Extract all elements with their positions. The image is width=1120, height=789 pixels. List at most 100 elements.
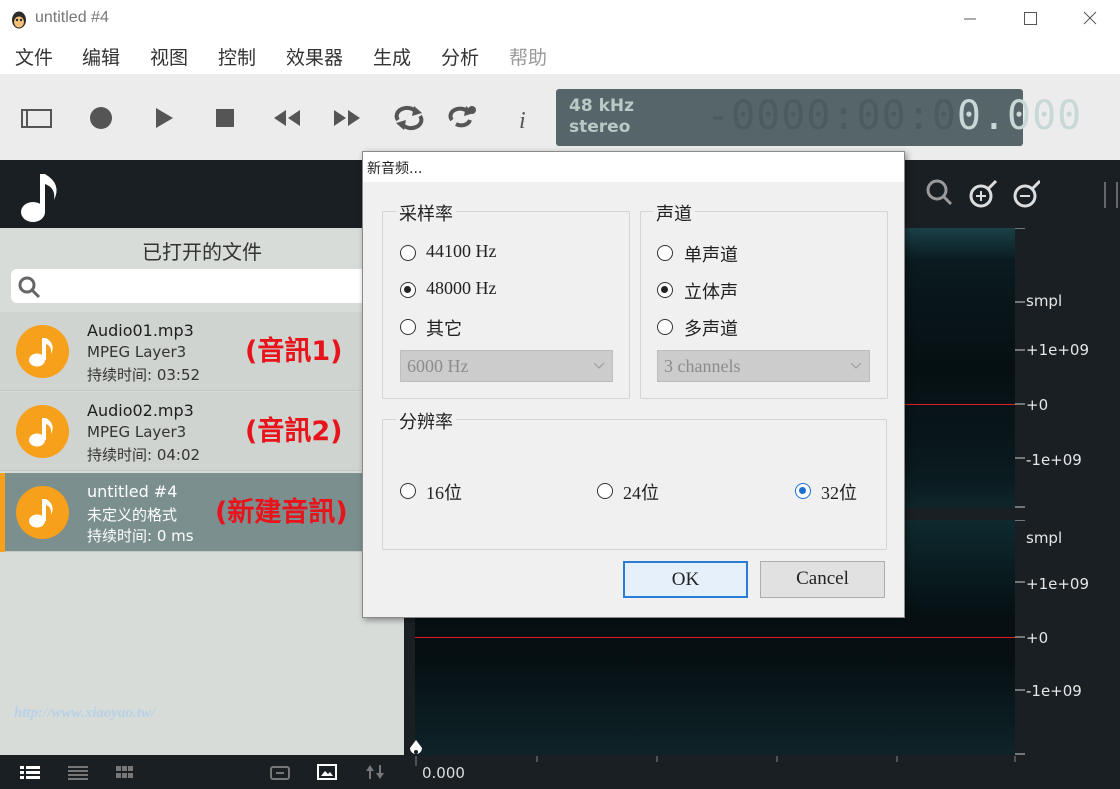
other-rate-combo[interactable]: 6000 Hz: [400, 350, 613, 382]
option-label: 多声道: [684, 319, 738, 339]
annotation: (音訊1): [245, 336, 343, 367]
file-format: 未定义的格式: [87, 506, 178, 524]
sidebar-bottom-bar: [0, 755, 404, 789]
axis-label: -1e+09: [1026, 682, 1082, 700]
toggle-view-icon[interactable]: [20, 102, 54, 134]
menu-effects[interactable]: 效果器: [286, 43, 343, 70]
axis-label: smpl: [1026, 529, 1063, 547]
sidebar-header: [0, 160, 404, 228]
menu-bar: 文件 编辑 视图 控制 效果器 生成 分析 帮助: [0, 38, 1120, 74]
annotation: (音訊2): [245, 416, 343, 447]
menu-file[interactable]: 文件: [15, 43, 53, 70]
channels-value: stereo: [569, 117, 631, 137]
grid-view-icon[interactable]: [116, 766, 134, 780]
zoom-fit-icon[interactable]: [926, 179, 953, 206]
resize-handle[interactable]: [1104, 182, 1118, 208]
audio-file-icon: [16, 405, 69, 458]
radio-16bit[interactable]: [400, 483, 416, 499]
search-input[interactable]: [11, 269, 391, 303]
menu-control[interactable]: 控制: [218, 43, 256, 70]
time-dim: -0000:00:0: [706, 93, 957, 139]
svg-text:i: i: [519, 108, 526, 134]
close-button[interactable]: [1063, 0, 1117, 38]
radio-stereo[interactable]: [657, 282, 673, 298]
close-icon: [1083, 11, 1097, 25]
new-audio-dialog: 新音频... 采样率 44100 Hz 48000 Hz 其它 6000 Hz …: [362, 151, 905, 618]
open-files-panel: 已打开的文件 Audio01.mp3 MPEG Layer3 持续时间: 03:…: [0, 228, 404, 755]
timeline[interactable]: [404, 738, 1120, 789]
menu-edit[interactable]: 编辑: [82, 43, 120, 70]
info-icon[interactable]: i: [506, 102, 540, 134]
group-label: 分辨率: [396, 408, 456, 434]
maximize-icon: [1024, 12, 1037, 25]
image-icon[interactable]: [317, 764, 337, 780]
file-item[interactable]: Audio02.mp3 MPEG Layer3 持续时间: 04:02 (音訊2…: [0, 392, 404, 471]
chevron-down-icon: [594, 363, 604, 369]
ok-button[interactable]: OK: [623, 561, 748, 598]
fast-forward-icon[interactable]: [330, 102, 364, 134]
option-label: 48000 Hz: [426, 278, 497, 298]
sort-icon[interactable]: [365, 764, 385, 780]
option-label: 32位: [821, 483, 857, 503]
annotation: (新建音訊): [215, 497, 348, 528]
loop-add-icon[interactable]: [446, 102, 480, 134]
radio-multichannel[interactable]: [657, 319, 673, 335]
compact-list-icon[interactable]: [68, 766, 88, 780]
file-duration: 持续时间: 0 ms: [87, 527, 194, 545]
timeline-start: 0.000: [422, 764, 465, 782]
menu-generate[interactable]: 生成: [373, 43, 411, 70]
radio-24bit[interactable]: [597, 483, 613, 499]
axis-label: +0: [1026, 629, 1049, 647]
channels-combo[interactable]: 3 channels: [657, 350, 870, 382]
file-item[interactable]: Audio01.mp3 MPEG Layer3 持续时间: 03:52 (音訊1…: [0, 312, 404, 391]
title-bar: untitled #4: [0, 0, 1120, 38]
combo-value: 3 channels: [664, 356, 741, 376]
time-readout: -0000:00:00.000: [706, 93, 1082, 139]
option-label: 其它: [426, 319, 462, 339]
record-icon[interactable]: [84, 102, 118, 134]
watermark: http://www.xiaoyao.tw/: [14, 705, 156, 721]
option-label: 立体声: [684, 282, 738, 302]
file-format: MPEG Layer3: [87, 423, 187, 441]
file-name: Audio02.mp3: [87, 401, 194, 420]
sample-rate-readout: 48 kHz stereo: [569, 96, 634, 138]
file-duration: 持续时间: 04:02: [87, 446, 201, 464]
tenacity-icon: [12, 11, 26, 29]
music-note-icon[interactable]: [18, 168, 64, 228]
play-icon[interactable]: [146, 102, 180, 134]
zoom-toolbar: [926, 179, 1040, 208]
amplitude-axis: smpl +1e+09 +0 -1e+09: [1015, 228, 1120, 508]
link-icon[interactable]: [270, 765, 290, 781]
file-format: MPEG Layer3: [87, 343, 187, 361]
menu-help[interactable]: 帮助: [509, 43, 547, 70]
axis-ticks: [1015, 228, 1025, 508]
axis-label: +1e+09: [1026, 575, 1089, 593]
axis-label: +1e+09: [1026, 341, 1089, 359]
list-view-icon[interactable]: [20, 766, 40, 780]
time-bright: 0.000: [956, 93, 1083, 139]
axis-label: -1e+09: [1026, 451, 1082, 469]
minimize-button[interactable]: [943, 0, 997, 38]
zoom-in-icon[interactable]: [969, 179, 998, 208]
radio-other-rate[interactable]: [400, 319, 416, 335]
rewind-icon[interactable]: [270, 102, 304, 134]
file-item-selected[interactable]: untitled #4 未定义的格式 持续时间: 0 ms (新建音訊): [0, 473, 404, 552]
group-label: 声道: [653, 200, 695, 226]
rate-value: 48 kHz: [569, 96, 635, 116]
stop-icon[interactable]: [208, 102, 242, 134]
minimize-icon: [964, 18, 976, 20]
radio-32bit[interactable]: [795, 483, 811, 499]
zoom-out-icon[interactable]: [1013, 179, 1040, 208]
radio-44100[interactable]: [400, 245, 416, 261]
menu-view[interactable]: 视图: [150, 43, 188, 70]
axis-ticks: [1015, 520, 1025, 755]
cancel-button[interactable]: Cancel: [760, 561, 885, 598]
menu-analyze[interactable]: 分析: [441, 43, 479, 70]
loop-icon[interactable]: [392, 102, 426, 134]
option-label: 44100 Hz: [426, 241, 497, 261]
search-icon: [18, 276, 41, 299]
radio-48000[interactable]: [400, 282, 416, 298]
zero-line: [905, 404, 1015, 405]
maximize-button[interactable]: [1003, 0, 1057, 38]
radio-mono[interactable]: [657, 245, 673, 261]
